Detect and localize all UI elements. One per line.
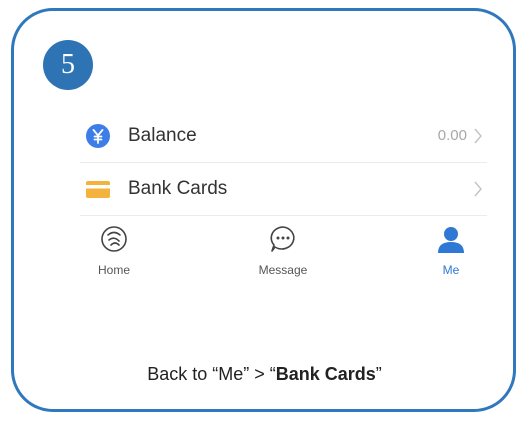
tab-me-label: Me [442, 263, 460, 277]
balance-label: Balance [128, 125, 197, 146]
chevron-right-icon [474, 181, 482, 197]
balance-value: 0.00 [437, 127, 467, 144]
caption-bold: Bank Cards [275, 364, 376, 384]
tab-message-label: Message [258, 263, 308, 277]
chevron-right-icon [474, 128, 482, 144]
bank-card-icon [86, 181, 110, 198]
tab-home-label: Home [97, 263, 130, 277]
tab-me[interactable]: Me [406, 222, 496, 284]
step-number-badge: 5 [43, 40, 93, 90]
instruction-caption: Back to “Me” > “Bank Cards” [0, 364, 529, 385]
person-icon [438, 227, 464, 253]
caption-suffix: ” [375, 364, 382, 384]
balance-row[interactable]: Balance 0.00 [80, 110, 487, 163]
bank-cards-row[interactable]: Bank Cards [80, 163, 487, 216]
tab-home[interactable]: Home [69, 222, 159, 284]
home-wallet-icon [101, 226, 127, 252]
bank-cards-label: Bank Cards [128, 178, 228, 199]
tab-message[interactable]: Message [238, 222, 328, 284]
caption-prefix: Back to “Me” > “ [147, 364, 276, 384]
message-bubble-icon [270, 226, 295, 252]
yuan-circle-icon [86, 124, 110, 148]
